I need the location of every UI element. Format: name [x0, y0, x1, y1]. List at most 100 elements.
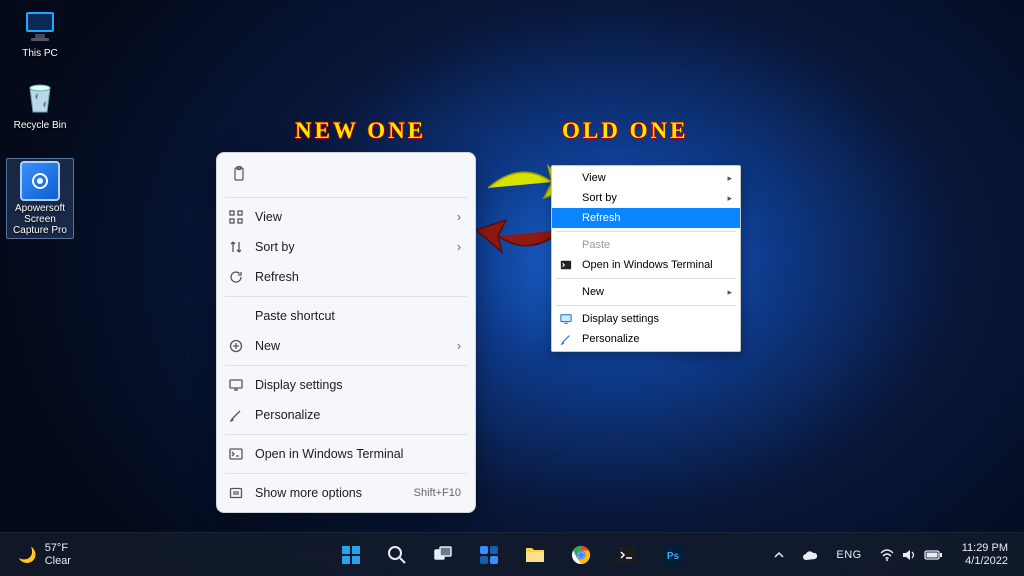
taskbar-tray: ENG 11:29 PM 4/1/2022 [766, 538, 1018, 571]
sort-icon [227, 238, 245, 256]
taskbar-app-photoshop[interactable]: Ps [653, 538, 693, 572]
menu-item-show-more-options[interactable]: Show more options Shift+F10 [217, 478, 475, 508]
taskbar-app-chrome[interactable] [561, 538, 601, 572]
display-icon [558, 311, 574, 327]
menu-item-label: Display settings [255, 378, 461, 392]
desktop-icon-recycle-bin[interactable]: Recycle Bin [6, 78, 74, 131]
menu-item-label: Personalize [582, 333, 732, 345]
menu-item-label: Open in Windows Terminal [582, 259, 732, 271]
tray-onedrive[interactable] [794, 543, 826, 567]
new-icon [227, 337, 245, 355]
tray-expand-button[interactable] [766, 544, 792, 566]
menu-item-label: Sort by [582, 192, 719, 204]
menu-item-label: New [582, 286, 719, 298]
menu-item-personalize[interactable]: Personalize [552, 329, 740, 349]
refresh-icon [227, 268, 245, 286]
desktop-icon-label: Apowersoft Screen Capture Pro [7, 203, 73, 236]
search-button[interactable] [377, 538, 417, 572]
brush-icon [227, 406, 245, 424]
blank-icon [558, 190, 574, 206]
menu-item-refresh[interactable]: Refresh [217, 262, 475, 292]
weather-text: 57°F Clear [45, 542, 71, 566]
volume-icon [902, 549, 916, 561]
taskbar-app-explorer[interactable] [515, 538, 555, 572]
blank-icon [227, 307, 245, 325]
menu-item-label: Show more options [255, 486, 404, 500]
blank-icon [558, 284, 574, 300]
chevron-right-icon: ▸ [727, 193, 732, 204]
separator [225, 473, 467, 474]
menu-item-label: Paste shortcut [255, 309, 461, 323]
display-icon [227, 376, 245, 394]
taskbar-center: Ps [331, 538, 693, 572]
desktop-icon-label: Recycle Bin [6, 120, 74, 131]
menu-item-personalize[interactable]: Personalize [217, 400, 475, 430]
separator [225, 197, 467, 198]
menu-item-view[interactable]: View › [217, 202, 475, 232]
menu-item-sort-by[interactable]: Sort by › [217, 232, 475, 262]
recycle-bin-icon [20, 78, 60, 118]
desktop-icon-apowersoft[interactable]: Apowersoft Screen Capture Pro [6, 158, 74, 239]
menu-item-label: Refresh [582, 212, 732, 224]
taskbar: 🌙 57°F Clear Ps [0, 532, 1024, 576]
menu-item-refresh[interactable]: Refresh [552, 208, 740, 228]
chevron-right-icon: ▸ [727, 287, 732, 298]
start-button[interactable] [331, 538, 371, 572]
menu-item-label: Refresh [255, 270, 461, 284]
chevron-right-icon: ▸ [727, 173, 732, 184]
taskbar-app-terminal[interactable] [607, 538, 647, 572]
menu-item-sort-by[interactable]: Sort by ▸ [552, 188, 740, 208]
menu-item-display-settings[interactable]: Display settings [217, 370, 475, 400]
separator [225, 296, 467, 297]
menu-item-view[interactable]: View ▸ [552, 168, 740, 188]
menu-item-open-terminal[interactable]: Open in Windows Terminal [217, 439, 475, 469]
moon-icon: 🌙 [18, 546, 37, 564]
chevron-right-icon: › [457, 210, 461, 224]
clock-date: 4/1/2022 [962, 555, 1008, 568]
menu-item-new[interactable]: New ▸ [552, 282, 740, 302]
menu-item-label: Sort by [255, 240, 447, 254]
separator [225, 434, 467, 435]
menu-item-new[interactable]: New › [217, 331, 475, 361]
menu-item-paste: Paste [552, 235, 740, 255]
tray-network-sound-battery[interactable] [872, 543, 950, 567]
menu-item-paste-shortcut[interactable]: Paste shortcut [217, 301, 475, 331]
svg-text:Ps: Ps [667, 551, 680, 562]
tray-clock[interactable]: 11:29 PM 4/1/2022 [952, 538, 1018, 571]
taskbar-app-widgets[interactable] [469, 538, 509, 572]
context-menu-quick-actions [217, 157, 475, 193]
paste-icon[interactable] [229, 163, 251, 185]
weather-temp: 57°F [45, 542, 71, 554]
menu-item-open-terminal[interactable]: Open in Windows Terminal [552, 255, 740, 275]
grid-icon [227, 208, 245, 226]
annotation-new-label: NEW ONE [295, 118, 426, 144]
menu-item-label: New [255, 339, 447, 353]
taskbar-weather-widget[interactable]: 🌙 57°F Clear [10, 538, 79, 570]
app-icon [20, 161, 60, 201]
task-view-button[interactable] [423, 538, 463, 572]
menu-item-label: View [255, 210, 447, 224]
weather-condition: Clear [45, 555, 71, 567]
separator [556, 231, 736, 232]
clock-time: 11:29 PM [962, 542, 1008, 555]
blank-icon [558, 170, 574, 186]
battery-icon [924, 549, 942, 561]
menu-item-label: Personalize [255, 408, 461, 422]
menu-item-shortcut: Shift+F10 [414, 487, 461, 499]
context-menu-old: View ▸ Sort by ▸ Refresh Paste Open in W… [551, 165, 741, 352]
separator [225, 365, 467, 366]
menu-item-display-settings[interactable]: Display settings [552, 309, 740, 329]
language-label: ENG [836, 549, 861, 561]
tray-language[interactable]: ENG [828, 543, 869, 567]
separator [556, 305, 736, 306]
desktop-icon-label: This PC [6, 48, 74, 59]
brush-icon [558, 331, 574, 347]
desktop-icon-this-pc[interactable]: This PC [6, 6, 74, 59]
terminal-icon [227, 445, 245, 463]
terminal-icon [558, 257, 574, 273]
annotation-old-label: OLD ONE [562, 118, 688, 144]
chevron-right-icon: › [457, 240, 461, 254]
blank-icon [558, 210, 574, 226]
wifi-icon [880, 549, 894, 561]
separator [556, 278, 736, 279]
